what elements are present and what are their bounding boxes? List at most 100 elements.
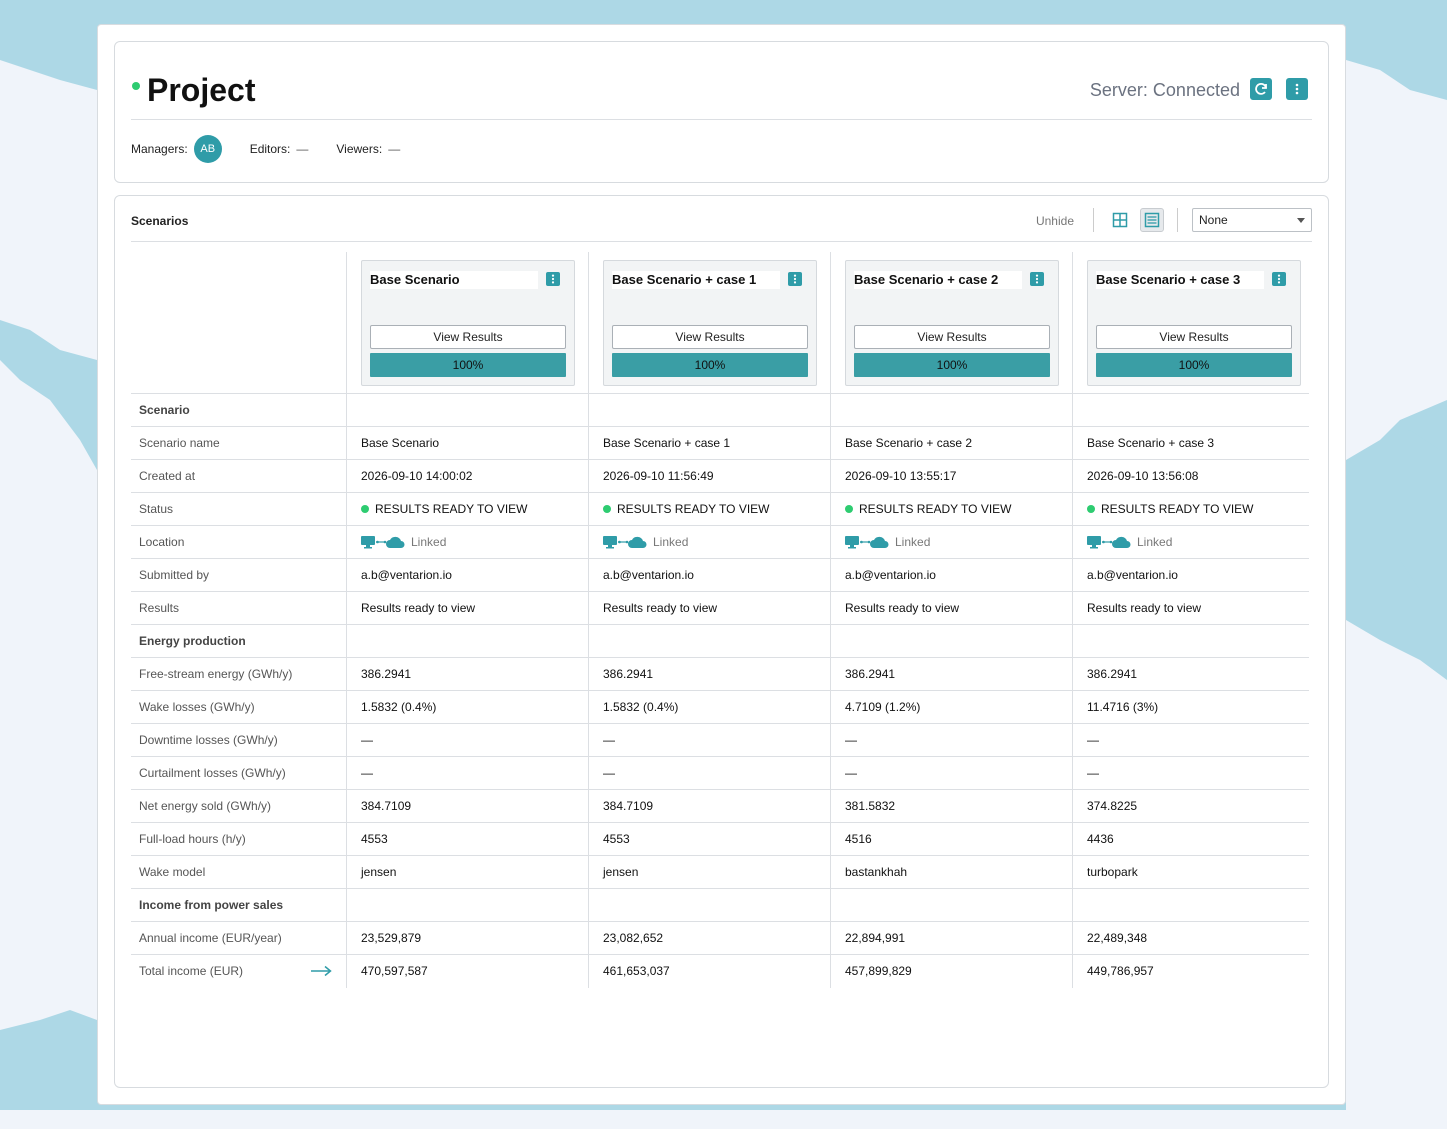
- table-cell: Results ready to view: [831, 592, 1073, 624]
- cell-value: 449,786,957: [1087, 964, 1154, 978]
- vertical-dots-icon: [551, 274, 555, 284]
- scenarios-card: Scenarios Unhide None Base Scenario View…: [114, 195, 1329, 1088]
- row-label: Downtime losses (GWh/y): [131, 724, 347, 756]
- label-column-header: [131, 252, 347, 393]
- table-cell: 384.7109: [589, 790, 831, 822]
- unhide-button[interactable]: Unhide: [1036, 214, 1074, 228]
- app-window: Project Server: Connected Managers: AB E…: [97, 24, 1346, 1105]
- vertical-dots-icon: [793, 274, 797, 284]
- row-label: Wake losses (GWh/y): [131, 691, 347, 723]
- view-results-button[interactable]: View Results: [1096, 325, 1292, 349]
- table-row: Wake losses (GWh/y) 1.5832 (0.4%) 1.5832 (…: [131, 691, 1309, 724]
- table-cell: bastankhah: [831, 856, 1073, 888]
- cell-value: 2026-09-10 11:56:49: [603, 469, 714, 483]
- list-view-button[interactable]: [1140, 208, 1164, 232]
- table-cell: Base Scenario: [347, 427, 589, 459]
- table-cell: 386.2941: [1073, 658, 1315, 690]
- table-row: Free-stream energy (GWh/y) 386.2941 386.29…: [131, 658, 1309, 691]
- table-row: Location Linked Linked Linked Linked: [131, 526, 1309, 559]
- table-cell: 457,899,829: [831, 955, 1073, 988]
- row-label-text: Income from power sales: [139, 898, 284, 912]
- vertical-dots-icon: [1295, 83, 1299, 95]
- table-cell: Results ready to view: [347, 592, 589, 624]
- cell-value: 4.7109 (1.2%): [845, 700, 921, 714]
- view-results-button[interactable]: View Results: [854, 325, 1050, 349]
- cell-value: —: [845, 766, 857, 780]
- table-cell: 4.7109 (1.2%): [831, 691, 1073, 723]
- row-label-text: Wake losses (GWh/y): [139, 700, 255, 714]
- table-cell: a.b@ventarion.io: [831, 559, 1073, 591]
- row-label-text: Free-stream energy (GWh/y): [139, 667, 293, 681]
- table-cell: a.b@ventarion.io: [347, 559, 589, 591]
- grid-view-icon: [1112, 212, 1128, 228]
- managers-label: Managers:: [131, 142, 188, 156]
- cell-value: 374.8225: [1087, 799, 1138, 813]
- scenario-card-title[interactable]: Base Scenario + case 1: [612, 271, 780, 289]
- view-results-button[interactable]: View Results: [370, 325, 566, 349]
- editors-label: Editors:: [249, 142, 291, 156]
- table-row: Downtime losses (GWh/y) — — — —: [131, 724, 1309, 757]
- sort-select[interactable]: None: [1192, 208, 1312, 232]
- progress-label: 100%: [1178, 358, 1210, 372]
- project-menu-button[interactable]: [1286, 78, 1308, 100]
- scenario-menu-button[interactable]: [546, 272, 560, 286]
- project-card: Project Server: Connected Managers: AB E…: [114, 41, 1329, 183]
- scenario-menu-button[interactable]: [788, 272, 802, 286]
- cell-value: jensen: [361, 865, 397, 879]
- table-row: Submitted by a.b@ventarion.io a.b@ventario…: [131, 559, 1309, 592]
- table-cell: 386.2941: [589, 658, 831, 690]
- project-team: Managers: AB Editors: — Viewers: —: [131, 134, 428, 164]
- table-row: Results Results ready to view Results read…: [131, 592, 1309, 625]
- cell-value: 384.7109: [361, 799, 412, 813]
- cell-value: bastankhah: [845, 865, 908, 879]
- cell-value: 23,082,652: [603, 931, 664, 945]
- table-cell: 23,529,879: [347, 922, 589, 954]
- cell-value: 11.4716 (3%): [1087, 700, 1159, 714]
- cell-value: 4516: [845, 832, 872, 846]
- cell-value: 4436: [1087, 832, 1114, 846]
- scenario-menu-button[interactable]: [1272, 272, 1286, 286]
- refresh-button[interactable]: [1250, 78, 1272, 100]
- cell-value: 386.2941: [1087, 667, 1138, 681]
- cell-value: RESULTS READY TO VIEW: [859, 502, 1012, 516]
- table-cell: 1.5832 (0.4%): [589, 691, 831, 723]
- scenarios-header: Scenarios Unhide None: [131, 196, 1312, 242]
- table-cell: [831, 394, 1073, 426]
- row-label-text: Results: [139, 601, 180, 615]
- table-cell: RESULTS READY TO VIEW: [831, 493, 1073, 525]
- scenario-card-title[interactable]: Base Scenario: [370, 271, 538, 289]
- row-label-text: Net energy sold (GWh/y): [139, 799, 272, 813]
- table-cell: 4553: [347, 823, 589, 855]
- scenario-card-title[interactable]: Base Scenario + case 3: [1096, 271, 1264, 289]
- scenario-card-title[interactable]: Base Scenario + case 2: [854, 271, 1022, 289]
- view-results-button[interactable]: View Results: [612, 325, 808, 349]
- row-label-text: Downtime losses (GWh/y): [139, 733, 278, 747]
- table-cell: 384.7109: [347, 790, 589, 822]
- row-label: Annual income (EUR/year): [131, 922, 347, 954]
- cell-value: RESULTS READY TO VIEW: [375, 502, 528, 516]
- row-label-text: Total income (EUR): [139, 964, 244, 978]
- row-label-text: Annual income (EUR/year): [139, 931, 282, 945]
- row-label: Net energy sold (GWh/y): [131, 790, 347, 822]
- manager-avatar[interactable]: AB: [193, 135, 222, 163]
- arrow-right-icon[interactable]: [310, 965, 332, 977]
- table-cell: [589, 625, 831, 657]
- table-cell: 22,894,991: [831, 922, 1073, 954]
- computer-cloud-link-icon: [1087, 534, 1131, 550]
- vertical-dots-icon: [1035, 274, 1039, 284]
- row-label: Results: [131, 592, 347, 624]
- table-cell: 2026-09-10 13:55:17: [831, 460, 1073, 492]
- cell-value: jensen: [603, 865, 639, 879]
- scenario-menu-button[interactable]: [1030, 272, 1044, 286]
- cell-value: Results ready to view: [361, 601, 476, 615]
- table-cell: Linked: [347, 526, 589, 558]
- cell-value: 22,489,348: [1087, 931, 1148, 945]
- row-label: Location: [131, 526, 347, 558]
- cell-value: —: [361, 766, 373, 780]
- table-cell: Results ready to view: [1073, 592, 1315, 624]
- table-cell: 449,786,957: [1073, 955, 1315, 988]
- table-cell: [589, 394, 831, 426]
- status-dot: [361, 504, 369, 513]
- table-cell: —: [1073, 757, 1315, 789]
- grid-view-button[interactable]: [1108, 208, 1132, 232]
